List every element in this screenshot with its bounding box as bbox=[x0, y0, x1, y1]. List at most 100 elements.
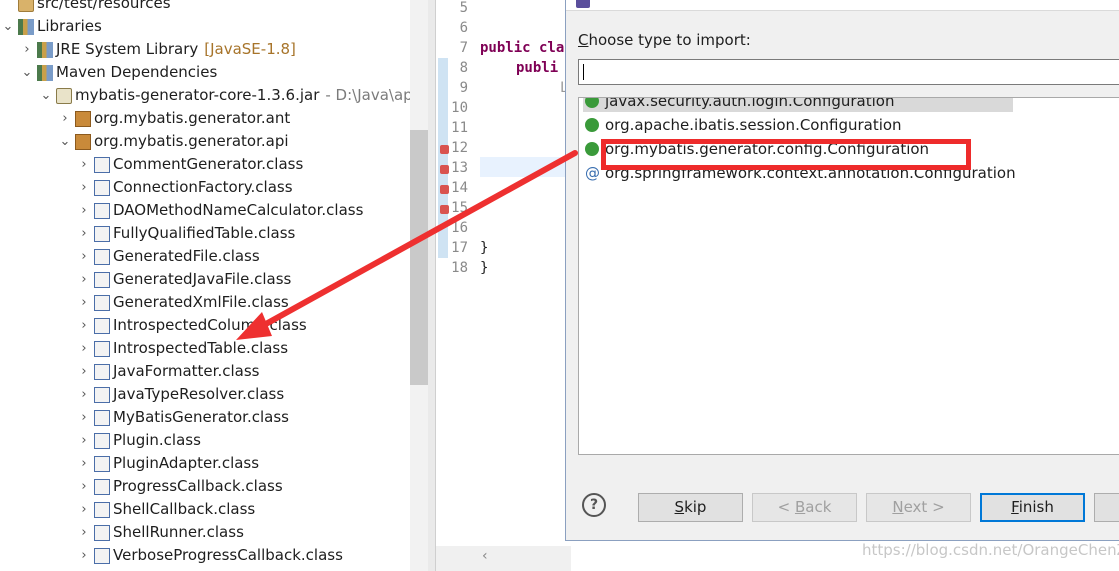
scroll-left-icon[interactable]: ‹ bbox=[482, 548, 488, 564]
tree-item[interactable]: › GeneratedFile.class bbox=[0, 245, 410, 268]
tree-item[interactable]: › GeneratedJavaFile.class bbox=[0, 268, 410, 291]
chevron-right-icon[interactable]: › bbox=[78, 498, 90, 521]
tree-item[interactable]: › GeneratedXmlFile.class bbox=[0, 291, 410, 314]
type-result-label: javax.security.auth.login.Configuration bbox=[605, 97, 895, 110]
code-line-8: publi bbox=[516, 60, 559, 76]
chevron-right-icon[interactable]: › bbox=[78, 176, 90, 199]
tree-item[interactable]: › JavaTypeResolver.class bbox=[0, 383, 410, 406]
dialog-title-icon bbox=[576, 0, 590, 8]
tree-item-label: PluginAdapter.class bbox=[113, 454, 260, 472]
tree-item[interactable]: › IntrospectedTable.class bbox=[0, 337, 410, 360]
class-icon bbox=[585, 98, 599, 108]
chevron-right-icon[interactable]: › bbox=[78, 222, 90, 245]
chevron-right-icon[interactable]: › bbox=[78, 337, 90, 360]
chevron-right-icon[interactable]: › bbox=[78, 199, 90, 222]
tree-item-label: org.mybatis.generator.ant bbox=[94, 109, 291, 127]
tree-scrollbar-thumb[interactable] bbox=[410, 130, 428, 385]
type-result-item[interactable]: javax.security.auth.login.Configuration bbox=[583, 97, 1013, 112]
tree-item-label: org.mybatis.generator.api bbox=[94, 132, 289, 150]
chevron-right-icon[interactable]: › bbox=[78, 406, 90, 429]
chevron-right-icon[interactable]: › bbox=[21, 38, 33, 61]
tree-item[interactable]: › org.mybatis.generator.ant bbox=[0, 107, 410, 130]
finish-button[interactable]: Finish bbox=[980, 493, 1085, 522]
chevron-right-icon[interactable]: › bbox=[78, 452, 90, 475]
chevron-right-icon[interactable]: › bbox=[78, 429, 90, 452]
tree-item[interactable]: › JRE System Library [JavaSE-1.8] bbox=[0, 38, 410, 61]
tree-item[interactable]: src/test/resources bbox=[0, 0, 410, 15]
chevron-right-icon[interactable]: › bbox=[59, 107, 71, 130]
tree-item-label: CommentGenerator.class bbox=[113, 155, 304, 173]
tree-item[interactable]: › ShellCallback.class bbox=[0, 498, 410, 521]
line-number: 5 bbox=[459, 0, 468, 16]
tree-item[interactable]: › DAOMethodNameCalculator.class bbox=[0, 199, 410, 222]
class-file-icon bbox=[94, 203, 110, 219]
chevron-right-icon[interactable]: › bbox=[78, 268, 90, 291]
abstract-class-file-icon bbox=[94, 341, 110, 357]
type-filter-input[interactable] bbox=[578, 59, 1119, 85]
tree-item-text: ShellCallback.class bbox=[113, 498, 255, 521]
tree-item[interactable]: › VerboseProgressCallback.class bbox=[0, 544, 410, 567]
tree-item-text: MyBatisGenerator.class bbox=[113, 406, 289, 429]
chevron-right-icon[interactable]: › bbox=[78, 360, 90, 383]
error-marker-icon[interactable] bbox=[440, 145, 449, 154]
tree-item[interactable]: › PluginAdapter.class bbox=[0, 452, 410, 475]
chevron-right-icon[interactable]: › bbox=[78, 245, 90, 268]
chevron-right-icon[interactable]: › bbox=[78, 153, 90, 176]
tree-item[interactable]: › ProgressCallback.class bbox=[0, 475, 410, 498]
tree-item[interactable]: › ShellRunner.class bbox=[0, 521, 410, 544]
line-number: 7 bbox=[459, 40, 468, 56]
error-marker-icon[interactable] bbox=[440, 205, 449, 214]
chevron-down-icon[interactable]: ⌄ bbox=[2, 15, 14, 38]
error-marker-icon[interactable] bbox=[440, 165, 449, 174]
tree-item[interactable]: ⌄ Maven Dependencies bbox=[0, 61, 410, 84]
tree-item-label: ShellRunner.class bbox=[113, 523, 244, 541]
chevron-down-icon[interactable]: ⌄ bbox=[40, 84, 52, 107]
tree-item[interactable]: › Plugin.class bbox=[0, 429, 410, 452]
type-result-item[interactable]: org.apache.ibatis.session.Configuration bbox=[583, 114, 1013, 136]
maven-library-icon bbox=[37, 65, 53, 81]
tree-item-text: Plugin.class bbox=[113, 429, 201, 452]
type-results-list[interactable]: javax.security.auth.login.Configuration o… bbox=[578, 97, 1119, 455]
class-file-icon bbox=[94, 295, 110, 311]
tree-item-label: JavaFormatter.class bbox=[113, 362, 260, 380]
class-file-icon bbox=[94, 364, 110, 380]
back-button[interactable]: < Back bbox=[752, 493, 857, 522]
tree-item[interactable]: ⌄ Libraries bbox=[0, 15, 410, 38]
tree-item[interactable]: ⌄ org.mybatis.generator.api bbox=[0, 130, 410, 153]
line-number: 6 bbox=[459, 20, 468, 36]
tree-item[interactable]: ⌄ mybatis-generator-core-1.3.6.jar - D:\Ja… bbox=[0, 84, 410, 107]
help-icon[interactable]: ? bbox=[582, 493, 606, 517]
tree-item[interactable]: › ConnectionFactory.class bbox=[0, 176, 410, 199]
tree-item[interactable]: › JavaFormatter.class bbox=[0, 360, 410, 383]
chevron-right-icon[interactable]: › bbox=[78, 521, 90, 544]
next-button[interactable]: Next > bbox=[866, 493, 971, 522]
tree-item[interactable]: › IntrospectedColumn.class bbox=[0, 314, 410, 337]
chevron-right-icon[interactable]: › bbox=[78, 383, 90, 406]
editor-horizontal-scrollbar[interactable]: ‹ bbox=[436, 546, 571, 571]
dialog-titlebar bbox=[566, 0, 1119, 11]
tree-item[interactable]: › CommentGenerator.class bbox=[0, 153, 410, 176]
tree-item-text: ShellRunner.class bbox=[113, 521, 244, 544]
chevron-right-icon[interactable]: › bbox=[78, 544, 90, 567]
tree-item[interactable]: › MyBatisGenerator.class bbox=[0, 406, 410, 429]
tree-item-detail: [JavaSE-1.8] bbox=[204, 40, 296, 58]
tree-item-label: JRE System Library bbox=[56, 40, 199, 58]
class-icon bbox=[585, 118, 599, 132]
error-marker-icon[interactable] bbox=[440, 185, 449, 194]
tree-item-text: CommentGenerator.class bbox=[113, 153, 303, 176]
chevron-right-icon[interactable]: › bbox=[78, 475, 90, 498]
code-editor[interactable]: 5 6 7 8 9 10 11 12 13 14 15 16 17 18 public cla publi… bbox=[436, 0, 571, 571]
cancel-button[interactable] bbox=[1094, 493, 1119, 522]
tree-item-text: JavaFormatter.class bbox=[113, 360, 259, 383]
panel-splitter[interactable] bbox=[428, 0, 436, 571]
type-result-label: org.apache.ibatis.session.Configuration bbox=[605, 116, 902, 134]
chevron-right-icon[interactable]: › bbox=[78, 314, 90, 337]
chevron-right-icon[interactable]: › bbox=[78, 291, 90, 314]
chevron-down-icon[interactable]: ⌄ bbox=[59, 130, 71, 153]
chevron-down-icon[interactable]: ⌄ bbox=[21, 61, 33, 84]
class-file-icon bbox=[94, 433, 110, 449]
skip-button[interactable]: Skip bbox=[638, 493, 743, 522]
tree-item[interactable]: › FullyQualifiedTable.class bbox=[0, 222, 410, 245]
tree-item-label: mybatis-generator-core-1.3.6.jar bbox=[75, 86, 320, 104]
line-number: 15 bbox=[451, 200, 468, 216]
